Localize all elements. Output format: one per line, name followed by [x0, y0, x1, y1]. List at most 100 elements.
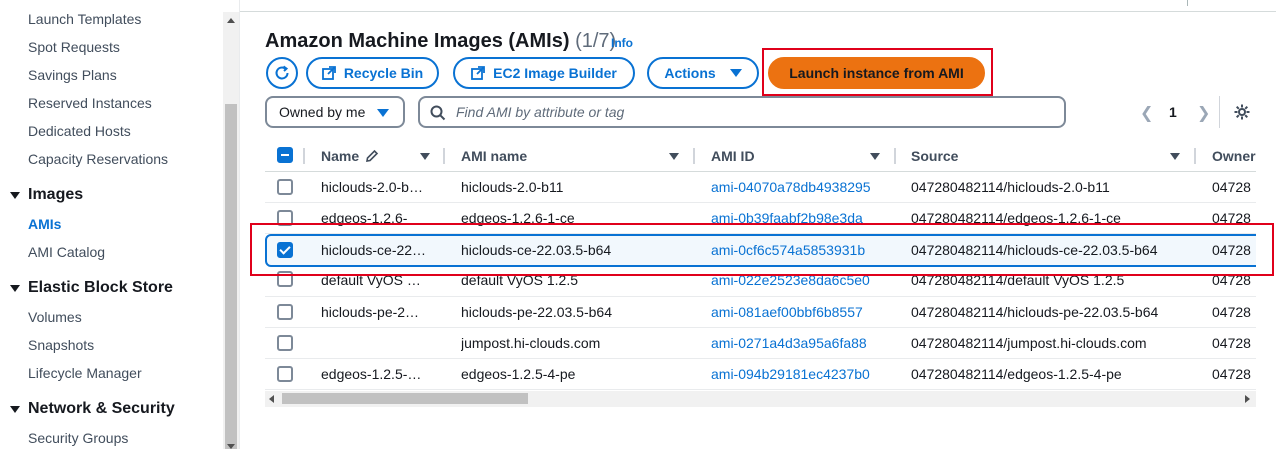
- sidebar-item-spot-requests[interactable]: Spot Requests: [28, 39, 120, 55]
- sort-caret-icon[interactable]: [420, 153, 430, 160]
- sidebar-section-title: Images: [28, 186, 84, 203]
- info-link[interactable]: Info: [611, 36, 633, 50]
- column-header-source[interactable]: Source: [911, 148, 958, 164]
- column-divider: [1194, 148, 1196, 164]
- launch-instance-from-ami-button[interactable]: Launch instance from AMI: [768, 57, 985, 89]
- table-row[interactable]: hiclouds-2.0-b… hiclouds-2.0-b11 ami-040…: [265, 172, 1256, 203]
- cell-ami-id-link[interactable]: ami-04070a78db4938295: [711, 179, 871, 195]
- sidebar-item-snapshots[interactable]: Snapshots: [28, 337, 94, 353]
- cell-owner: 04728: [1212, 304, 1251, 320]
- cell-source: 047280482114/default VyOS 1.2.5: [911, 272, 1125, 288]
- cell-owner: 04728: [1212, 366, 1251, 382]
- scroll-down-icon[interactable]: [227, 444, 235, 449]
- cell-name: edgeos-1.2.6-: [321, 210, 408, 226]
- column-header-label: Owner: [1212, 148, 1256, 164]
- owner-filter-select[interactable]: Owned by me: [265, 96, 405, 128]
- gear-icon[interactable]: [1233, 103, 1251, 121]
- sidebar-item-launch-templates[interactable]: Launch Templates: [28, 11, 141, 27]
- caret-down-icon: [10, 405, 20, 413]
- cell-ami-id-link[interactable]: ami-081aef00bbf6b8557: [711, 304, 863, 320]
- row-checkbox-checked[interactable]: [277, 242, 293, 258]
- cell-ami-id-link[interactable]: ami-022e2523e8da6c5e0: [711, 272, 870, 288]
- cell-owner: 04728: [1212, 210, 1251, 226]
- ami-search-field[interactable]: [418, 96, 1066, 128]
- row-checkbox[interactable]: [277, 335, 293, 351]
- table-horizontal-scrollbar[interactable]: [265, 391, 1256, 407]
- edit-pencil-icon: [366, 149, 379, 162]
- cell-source: 047280482114/hiclouds-2.0-b11: [911, 179, 1110, 195]
- sidebar-item-savings-plans[interactable]: Savings Plans: [28, 67, 117, 83]
- row-checkbox[interactable]: [277, 179, 293, 195]
- select-all-checkbox[interactable]: [277, 147, 293, 163]
- column-header-ami-name[interactable]: AMI name: [461, 148, 527, 164]
- owner-filter-value: Owned by me: [279, 104, 366, 120]
- sidebar-item-capacity-reservations[interactable]: Capacity Reservations: [28, 151, 168, 167]
- external-link-icon: [471, 66, 486, 80]
- search-icon: [430, 105, 446, 121]
- cell-ami-id-link[interactable]: ami-0271a4d3a95a6fa88: [711, 335, 867, 351]
- sort-caret-icon[interactable]: [669, 153, 679, 160]
- cell-source: 047280482114/edgeos-1.2.5-4-pe: [911, 366, 1122, 382]
- table-row[interactable]: edgeos-1.2.6- edgeos-1.2.6-1-ce ami-0b39…: [265, 203, 1256, 234]
- cell-ami-name: default VyOS 1.2.5: [461, 272, 578, 288]
- row-checkbox[interactable]: [277, 210, 293, 226]
- column-divider: [443, 148, 445, 164]
- sidebar-section-title: Elastic Block Store: [28, 279, 173, 296]
- cell-ami-id-link[interactable]: ami-0b39faabf2b98e3da: [711, 210, 863, 226]
- recycle-bin-button[interactable]: Recycle Bin: [306, 57, 439, 89]
- cell-ami-id-link[interactable]: ami-094b29181ec4237b0: [711, 366, 870, 382]
- search-input[interactable]: [454, 102, 1044, 122]
- current-page-number[interactable]: 1: [1169, 104, 1177, 120]
- column-divider: [303, 148, 305, 164]
- cell-ami-id-link[interactable]: ami-0cf6c574a5853931b: [711, 242, 865, 258]
- column-header-name[interactable]: Name: [321, 148, 379, 164]
- row-checkbox[interactable]: [277, 366, 293, 382]
- cell-source: 047280482114/edgeos-1.2.6-1-ce: [911, 210, 1121, 226]
- ec2-image-builder-label: EC2 Image Builder: [493, 65, 617, 81]
- cell-ami-name: hiclouds-ce-22.03.5-b64: [461, 242, 612, 258]
- actions-label: Actions: [664, 65, 716, 81]
- sidebar-item-reserved-instances[interactable]: Reserved Instances: [28, 95, 152, 111]
- cell-name: default VyOS …: [321, 272, 421, 288]
- refresh-button[interactable]: [266, 57, 298, 89]
- sidebar-item-amis[interactable]: AMIs: [28, 216, 61, 232]
- ami-table: Name AMI name AMI ID Source Owner hiclou…: [265, 140, 1256, 410]
- scrollbar-thumb[interactable]: [282, 393, 528, 404]
- scroll-left-icon[interactable]: [269, 395, 274, 403]
- previous-page-icon[interactable]: ❮: [1140, 103, 1153, 123]
- actions-dropdown-button[interactable]: Actions: [647, 57, 759, 89]
- sidebar-scrollbar[interactable]: [223, 12, 239, 449]
- sidebar-item-ami-catalog[interactable]: AMI Catalog: [28, 244, 105, 260]
- cell-owner: 04728: [1212, 179, 1251, 195]
- cell-name: edgeos-1.2.5-…: [321, 366, 422, 382]
- cell-owner: 04728: [1212, 272, 1251, 288]
- sidebar-item-volumes[interactable]: Volumes: [28, 309, 82, 325]
- scroll-up-icon[interactable]: [227, 18, 235, 23]
- row-checkbox[interactable]: [277, 271, 293, 287]
- sidebar-section-elastic-block-store[interactable]: Elastic Block Store: [10, 279, 173, 297]
- sidebar-section-network-security[interactable]: Network & Security: [10, 400, 175, 418]
- caret-down-icon: [10, 191, 20, 199]
- scrollbar-thumb[interactable]: [225, 104, 237, 449]
- column-header-owner[interactable]: Owner: [1212, 148, 1256, 164]
- sort-caret-icon[interactable]: [1170, 153, 1180, 160]
- sidebar-section-images[interactable]: Images: [10, 186, 83, 204]
- cell-owner: 04728: [1212, 335, 1251, 351]
- sidebar-item-lifecycle-manager[interactable]: Lifecycle Manager: [28, 365, 142, 381]
- table-row[interactable]: hiclouds-pe-2… hiclouds-pe-22.03.5-b64 a…: [265, 297, 1256, 328]
- table-row[interactable]: jumpost.hi-clouds.com ami-0271a4d3a95a6f…: [265, 328, 1256, 359]
- table-row[interactable]: edgeos-1.2.5-… edgeos-1.2.5-4-pe ami-094…: [265, 359, 1256, 390]
- sort-caret-icon[interactable]: [870, 153, 880, 160]
- sidebar-item-security-groups[interactable]: Security Groups: [28, 430, 128, 446]
- top-bar-divider: [1187, 0, 1188, 6]
- next-page-icon[interactable]: ❯: [1197, 103, 1210, 123]
- ec2-image-builder-button[interactable]: EC2 Image Builder: [453, 57, 635, 89]
- table-row-selected[interactable]: hiclouds-ce-22… hiclouds-ce-22.03.5-b64 …: [265, 234, 1256, 267]
- sidebar-item-dedicated-hosts[interactable]: Dedicated Hosts: [28, 123, 131, 139]
- scroll-right-icon[interactable]: [1245, 395, 1250, 403]
- cell-source: 047280482114/hiclouds-pe-22.03.5-b64: [911, 304, 1159, 320]
- page-title: Amazon Machine Images (AMIs) (1/7): [265, 30, 616, 53]
- column-header-ami-id[interactable]: AMI ID: [711, 148, 755, 164]
- table-row[interactable]: default VyOS … default VyOS 1.2.5 ami-02…: [265, 267, 1256, 297]
- row-checkbox[interactable]: [277, 304, 293, 320]
